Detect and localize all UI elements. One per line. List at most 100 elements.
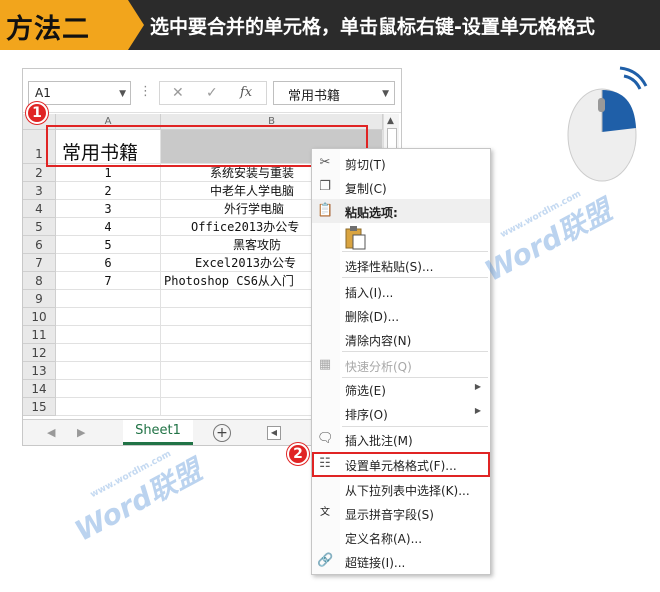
- row-header[interactable]: 4: [23, 200, 56, 218]
- cell-a[interactable]: [56, 308, 161, 326]
- row-header[interactable]: 9: [23, 290, 56, 308]
- submenu-arrow-icon: ▶: [474, 382, 481, 391]
- scroll-up-icon[interactable]: ▲: [387, 116, 394, 126]
- menu-item-label: 剪切(T): [345, 158, 386, 172]
- method-tag: 方法二: [0, 0, 128, 50]
- row-header[interactable]: 10: [23, 308, 56, 326]
- menu-item-format-cells[interactable]: ☷ 设置单元格格式(F)...: [312, 452, 490, 477]
- row-header[interactable]: 13: [23, 362, 56, 380]
- menu-item-label: 排序(O): [345, 408, 388, 422]
- chevron-down-icon[interactable]: ▼: [119, 89, 126, 99]
- menu-item-show-pinyin[interactable]: 文 显示拼音字段(S): [312, 501, 490, 525]
- step-marker-1: 1: [26, 102, 48, 124]
- menu-header-paste-options: 📋 粘贴选项:: [312, 199, 490, 223]
- menu-item-label: 插入批注(M): [345, 434, 413, 448]
- menu-item-label: 显示拼音字段(S): [345, 508, 434, 522]
- menu-item-filter[interactable]: 筛选(E) ▶: [312, 377, 490, 401]
- menu-item-pick-from-list[interactable]: 从下拉列表中选择(K)...: [312, 477, 490, 501]
- copy-icon: ❐: [319, 179, 331, 194]
- add-sheet-icon[interactable]: +: [213, 424, 231, 442]
- menu-item-label: 粘贴选项:: [345, 206, 398, 220]
- menu-item-label: 插入(I)...: [345, 286, 394, 300]
- row-header[interactable]: 15: [23, 398, 56, 416]
- menu-item-hyperlink[interactable]: 🔗 超链接(I)...: [312, 549, 490, 573]
- menu-item-paste-special[interactable]: 选择性粘贴(S)...: [312, 253, 490, 277]
- cell-a[interactable]: [56, 398, 161, 416]
- cell-a[interactable]: [56, 344, 161, 362]
- formula-buttons: ✕ ✓ fx: [159, 81, 267, 105]
- menu-item-sort[interactable]: 排序(O) ▶: [312, 401, 490, 425]
- cell-a[interactable]: 6: [56, 254, 161, 272]
- name-box[interactable]: A1 ▼: [28, 81, 131, 105]
- insert-function-icon[interactable]: fx: [240, 85, 252, 100]
- menu-item-insert-comment[interactable]: 🗨 插入批注(M): [312, 427, 490, 451]
- cell-a[interactable]: 7: [56, 272, 161, 290]
- row-header[interactable]: 14: [23, 380, 56, 398]
- menu-item-clear-contents[interactable]: 清除内容(N): [312, 327, 490, 351]
- format-cells-icon: ☷: [319, 456, 331, 471]
- mouse-illustration: [567, 66, 648, 182]
- cell-a[interactable]: 3: [56, 200, 161, 218]
- paste-icon: 📋: [317, 203, 334, 218]
- step-marker-2: 2: [287, 443, 309, 465]
- menu-item-cut[interactable]: ✂ 剪切(T): [312, 151, 490, 175]
- sheet-next-icon[interactable]: ▶: [77, 426, 85, 439]
- menu-item-label: 选择性粘贴(S)...: [345, 260, 434, 274]
- pinyin-icon: 文: [320, 507, 330, 518]
- cell-a[interactable]: [56, 362, 161, 380]
- row-header[interactable]: 8: [23, 272, 56, 290]
- name-box-value: A1: [35, 86, 51, 100]
- row-header[interactable]: 11: [23, 326, 56, 344]
- menu-item-label: 超链接(I)...: [345, 556, 406, 570]
- row-header[interactable]: 12: [23, 344, 56, 362]
- cell-a[interactable]: 2: [56, 182, 161, 200]
- row-header[interactable]: 5: [23, 218, 56, 236]
- scissors-icon: ✂: [319, 155, 331, 170]
- cell-a[interactable]: 5: [56, 236, 161, 254]
- menu-item-delete[interactable]: 删除(D)...: [312, 303, 490, 327]
- context-menu: ✂ 剪切(T) ❐ 复制(C) 📋 粘贴选项: 选择性粘贴(S)... 插入(I…: [311, 148, 491, 575]
- cell-a[interactable]: 4: [56, 218, 161, 236]
- watermark: www.wordlm.com Word联盟: [472, 180, 618, 289]
- menu-item-label: 定义名称(A)...: [345, 532, 423, 546]
- formula-input-value: 常用书籍: [288, 89, 341, 104]
- menu-separator: [342, 351, 488, 352]
- menu-item-label: 复制(C): [345, 182, 387, 196]
- row-header[interactable]: 7: [23, 254, 56, 272]
- cell-a[interactable]: [56, 380, 161, 398]
- chevron-down-icon[interactable]: ▼: [382, 89, 389, 99]
- menu-item-insert[interactable]: 插入(I)...: [312, 279, 490, 303]
- row-header[interactable]: 6: [23, 236, 56, 254]
- submenu-arrow-icon: ▶: [474, 406, 481, 415]
- menu-item-label: 筛选(E): [345, 384, 386, 398]
- instruction-banner: 方法二 选中要合并的单元格，单击鼠标右键-设置单元格格式: [0, 0, 660, 50]
- formula-input[interactable]: 常用书籍 ▼: [273, 81, 395, 105]
- menu-item-label: 删除(D)...: [345, 310, 400, 324]
- quick-analysis-icon: ▦: [318, 357, 332, 372]
- hyperlink-icon: 🔗: [317, 553, 334, 568]
- sheet-prev-icon[interactable]: ◀: [47, 426, 55, 439]
- vertical-dots-icon: ⋮: [139, 84, 152, 99]
- cell-a[interactable]: [56, 326, 161, 344]
- menu-item-label: 设置单元格格式(F)...: [345, 459, 457, 473]
- enter-check-icon[interactable]: ✓: [206, 85, 218, 101]
- method-tag-text: 方法二: [6, 14, 90, 45]
- menu-item-define-name[interactable]: 定义名称(A)...: [312, 525, 490, 549]
- menu-item-label: 从下拉列表中选择(K)...: [345, 484, 470, 498]
- menu-item-label: 清除内容(N): [345, 334, 412, 348]
- row-header[interactable]: 3: [23, 182, 56, 200]
- menu-item-label: 快速分析(Q): [345, 360, 412, 374]
- paste-option-icon[interactable]: [344, 225, 368, 251]
- menu-separator: [342, 277, 488, 278]
- menu-separator: [342, 251, 488, 252]
- menu-item-quick-analysis: ▦ 快速分析(Q): [312, 353, 490, 377]
- formula-bar: A1 ▼ ⋮ ✕ ✓ fx 常用书籍 ▼: [23, 69, 401, 113]
- menu-item-copy[interactable]: ❐ 复制(C): [312, 175, 490, 199]
- watermark: www.wordlm.com Word联盟: [62, 440, 208, 549]
- banner-arrow: [128, 0, 144, 50]
- cancel-icon[interactable]: ✕: [172, 85, 184, 101]
- cell-a[interactable]: [56, 290, 161, 308]
- comment-icon: 🗨: [317, 431, 334, 446]
- scroll-left-icon[interactable]: ◀: [267, 426, 281, 440]
- banner-title: 选中要合并的单元格，单击鼠标右键-设置单元格格式: [150, 16, 595, 38]
